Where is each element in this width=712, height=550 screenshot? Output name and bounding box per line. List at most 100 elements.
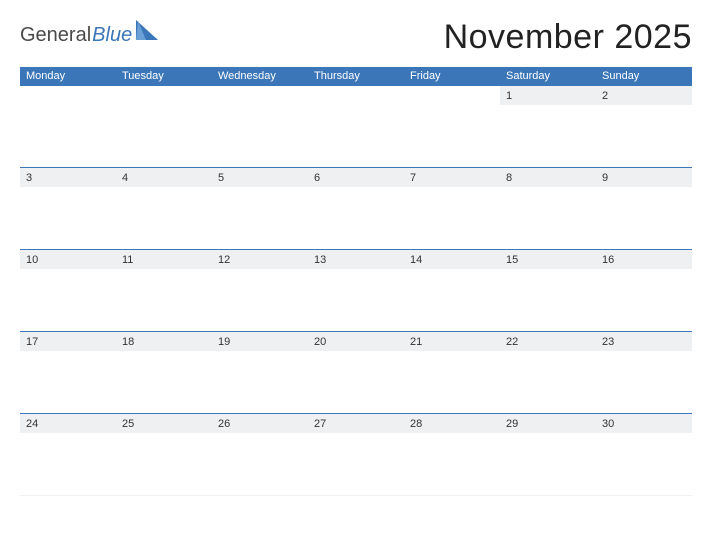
- calendar-day-cell: 26: [212, 414, 308, 496]
- logo-triangle-icon: [136, 20, 158, 46]
- day-header: Sunday: [596, 67, 692, 86]
- calendar-day-cell: 27: [308, 414, 404, 496]
- calendar-week-row: 10 11 12 13 14 15 16: [20, 250, 692, 332]
- day-number: 26: [218, 417, 302, 431]
- calendar-day-cell: 21: [404, 332, 500, 414]
- day-number: 12: [218, 253, 302, 267]
- calendar-day-cell: 6: [308, 168, 404, 250]
- day-body: [596, 105, 692, 167]
- day-body: [212, 269, 308, 331]
- day-body: [500, 351, 596, 413]
- day-number: 23: [602, 335, 686, 349]
- calendar-week-row: 17181920212223: [20, 332, 692, 414]
- day-body: [596, 187, 692, 249]
- day-body: [596, 351, 692, 413]
- day-body: [500, 187, 596, 249]
- day-number: 30: [602, 417, 686, 431]
- day-number: 27: [314, 417, 398, 431]
- calendar-day-cell: 24: [20, 414, 116, 496]
- day-header: Tuesday: [116, 67, 212, 86]
- day-header: Thursday: [308, 67, 404, 86]
- day-body: [212, 187, 308, 249]
- calendar-day-cell: [116, 86, 212, 168]
- day-body: [596, 433, 692, 495]
- day-number: 20: [314, 335, 398, 349]
- day-body: [20, 187, 116, 249]
- day-header: Friday: [404, 67, 500, 86]
- calendar-day-cell: [404, 86, 500, 168]
- calendar-day-cell: 16: [596, 250, 692, 332]
- calendar-day-cell: 30: [596, 414, 692, 496]
- day-body: [404, 269, 500, 331]
- calendar-body: 1234567891011121314151617181920212223242…: [20, 86, 692, 496]
- day-body: [404, 351, 500, 413]
- day-header-row: Monday Tuesday Wednesday Thursday Friday…: [20, 67, 692, 86]
- page-title: November 2025: [444, 18, 692, 57]
- day-body: [20, 433, 116, 495]
- day-number: 13: [314, 253, 398, 267]
- calendar-day-cell: 28: [404, 414, 500, 496]
- calendar-day-cell: 29: [500, 414, 596, 496]
- day-body: [116, 187, 212, 249]
- day-body: [116, 351, 212, 413]
- calendar-week-row: 12: [20, 86, 692, 168]
- day-number: 24: [26, 417, 110, 431]
- calendar-day-cell: 3: [20, 168, 116, 250]
- day-body: [308, 187, 404, 249]
- calendar-day-cell: [212, 86, 308, 168]
- day-number: 11: [122, 253, 206, 267]
- calendar-day-cell: 10: [20, 250, 116, 332]
- day-body: [308, 433, 404, 495]
- day-body: [404, 187, 500, 249]
- day-number: 5: [218, 171, 302, 185]
- calendar-day-cell: 19: [212, 332, 308, 414]
- day-body: [500, 269, 596, 331]
- day-number: 6: [314, 171, 398, 185]
- day-body: [500, 105, 596, 167]
- day-header: Monday: [20, 67, 116, 86]
- calendar-day-cell: 9: [596, 168, 692, 250]
- calendar-day-cell: 23: [596, 332, 692, 414]
- logo-word-1: General: [20, 24, 91, 47]
- calendar-day-cell: 2: [596, 86, 692, 168]
- calendar-day-cell: 11: [116, 250, 212, 332]
- calendar-week-row: 3456789: [20, 168, 692, 250]
- day-body: [20, 351, 116, 413]
- day-number: 16: [602, 253, 686, 267]
- calendar-day-cell: 4: [116, 168, 212, 250]
- calendar-day-cell: 8: [500, 168, 596, 250]
- logo-word-2: Blue: [92, 24, 132, 47]
- calendar-day-cell: 1: [500, 86, 596, 168]
- day-body: [116, 433, 212, 495]
- calendar-day-cell: 20: [308, 332, 404, 414]
- calendar-day-cell: 13: [308, 250, 404, 332]
- day-body: [308, 351, 404, 413]
- calendar-day-cell: 7: [404, 168, 500, 250]
- day-body: [20, 269, 116, 331]
- day-number: 8: [506, 171, 590, 185]
- day-number: 9: [602, 171, 686, 185]
- day-number: 14: [410, 253, 494, 267]
- calendar-day-cell: 25: [116, 414, 212, 496]
- day-body: [116, 269, 212, 331]
- day-number: 22: [506, 335, 590, 349]
- day-body: [212, 433, 308, 495]
- day-number: 1: [506, 89, 590, 103]
- day-number: 21: [410, 335, 494, 349]
- day-number: 18: [122, 335, 206, 349]
- calendar-week-row: 24 25 26 27 2829 30: [20, 414, 692, 496]
- day-number: 10: [26, 253, 110, 267]
- day-body: [308, 269, 404, 331]
- calendar-day-cell: 12: [212, 250, 308, 332]
- calendar-day-cell: 15: [500, 250, 596, 332]
- day-number: 3: [26, 171, 110, 185]
- calendar-day-cell: 18: [116, 332, 212, 414]
- day-body: [404, 433, 500, 495]
- day-body: [500, 433, 596, 495]
- day-header: Wednesday: [212, 67, 308, 86]
- day-body: [596, 269, 692, 331]
- calendar-grid: Monday Tuesday Wednesday Thursday Friday…: [20, 67, 692, 496]
- day-number: 25: [122, 417, 206, 431]
- day-header: Saturday: [500, 67, 596, 86]
- day-body: [212, 351, 308, 413]
